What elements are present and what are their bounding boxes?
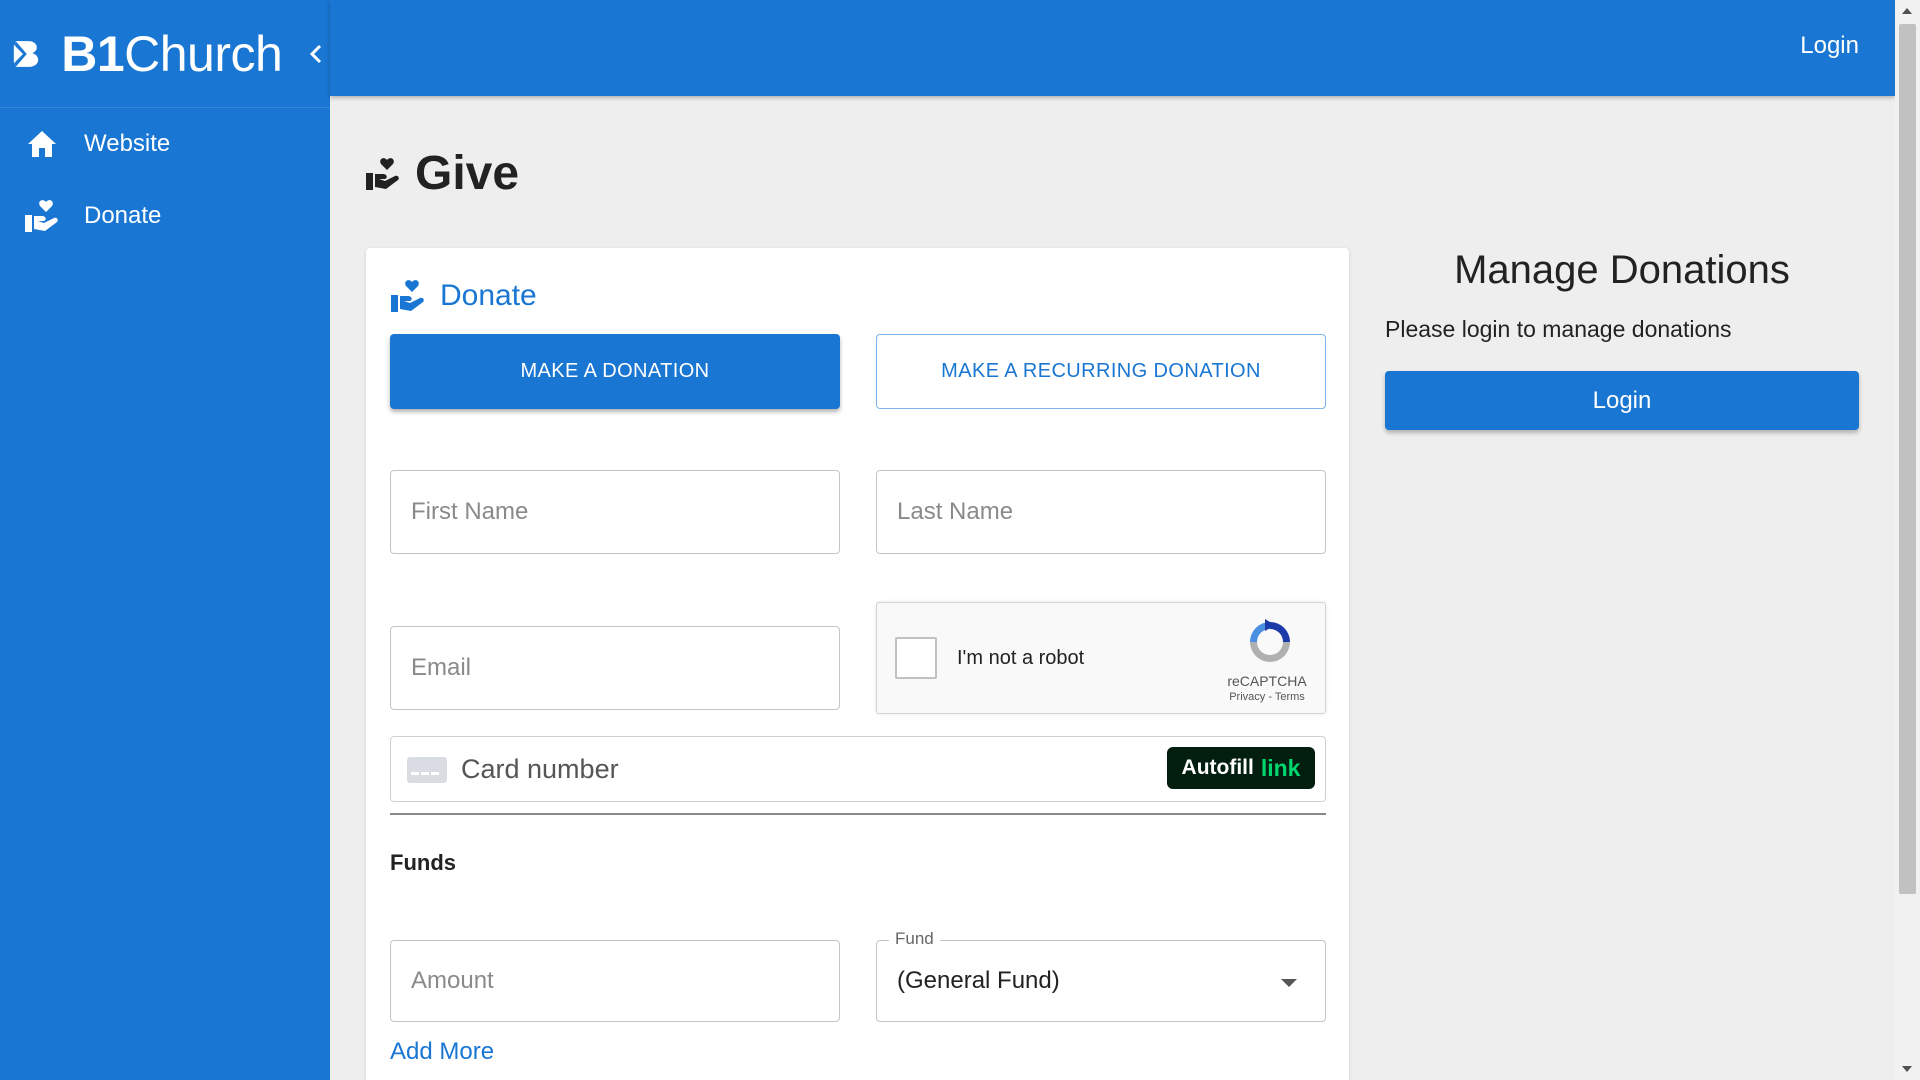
scrollbar[interactable] [1895, 0, 1920, 1080]
email-input[interactable] [391, 627, 839, 709]
donate-card: Donate MAKE A DONATION MAKE A RECURRING … [366, 248, 1349, 1080]
first-name-input[interactable] [391, 471, 839, 553]
b1-logo-icon [13, 40, 39, 67]
hand-heart-icon [391, 280, 424, 312]
funds-heading: Funds [390, 850, 456, 875]
make-donation-button[interactable]: MAKE A DONATION [390, 334, 840, 409]
hand-heart-icon [366, 158, 399, 190]
donate-card-heading: Donate [390, 278, 537, 314]
home-icon [24, 126, 60, 162]
sidebar-item-donate[interactable]: Donate [0, 180, 330, 252]
sidebar-item-website[interactable]: Website [0, 108, 330, 180]
recaptcha-widget: I'm not a robot reCAPTCHA Privacy - Term… [876, 602, 1326, 714]
brand-name: B1Church [61, 25, 283, 82]
sidebar: B1Church Website Donate [0, 0, 330, 1080]
amount-field [390, 940, 840, 1022]
autofill-label: Autofill [1181, 756, 1254, 779]
recaptcha-brand: reCAPTCHA [1227, 673, 1307, 689]
recaptcha-privacy-terms-links[interactable]: Privacy - Terms [1217, 691, 1317, 703]
last-name-input[interactable] [877, 471, 1325, 553]
recaptcha-checkbox[interactable] [895, 637, 937, 679]
manage-donations-title: Manage Donations [1454, 248, 1790, 292]
fund-select-value: (General Fund) [897, 967, 1060, 994]
manage-donations-text: Please login to manage donations [1385, 316, 1732, 342]
donate-card-title: Donate [440, 279, 537, 312]
last-name-field [876, 470, 1326, 554]
email-field [390, 626, 840, 710]
dropdown-arrow-icon [1281, 979, 1297, 987]
scroll-down-arrow-icon[interactable] [1902, 1066, 1912, 1072]
card-number-field: Autofill link [390, 736, 1326, 802]
divider [390, 813, 1326, 815]
top-app-bar: Login [330, 0, 1895, 96]
recaptcha-logo-icon [1250, 619, 1290, 662]
link-logo-text: link [1260, 754, 1301, 781]
amount-input[interactable] [391, 941, 839, 1021]
autofill-link-button[interactable]: Autofill link [1167, 747, 1315, 789]
header-login-link[interactable]: Login [1800, 32, 1859, 60]
scrollbar-thumb[interactable] [1899, 24, 1916, 894]
first-name-field [390, 470, 840, 554]
card-number-input[interactable] [461, 737, 1161, 801]
hand-heart-icon [24, 198, 60, 234]
make-recurring-donation-button[interactable]: MAKE A RECURRING DONATION [876, 334, 1326, 409]
sidebar-item-label: Donate [84, 202, 162, 229]
page-title-text: Give [415, 147, 520, 200]
fund-select-label: Fund [889, 929, 940, 949]
recaptcha-label: I'm not a robot [957, 647, 1085, 669]
chevron-left-icon [310, 44, 322, 63]
fund-select[interactable]: Fund (General Fund) [876, 929, 1326, 1022]
brand: B1Church [0, 0, 330, 108]
collapse-sidebar-button[interactable] [302, 39, 330, 69]
manage-login-button[interactable]: Login [1385, 371, 1859, 430]
sidebar-item-label: Website [84, 130, 171, 157]
page-title: Give [365, 150, 519, 198]
credit-card-icon [407, 757, 447, 783]
add-more-link[interactable]: Add More [390, 1038, 494, 1066]
scroll-up-arrow-icon[interactable] [1902, 8, 1912, 14]
